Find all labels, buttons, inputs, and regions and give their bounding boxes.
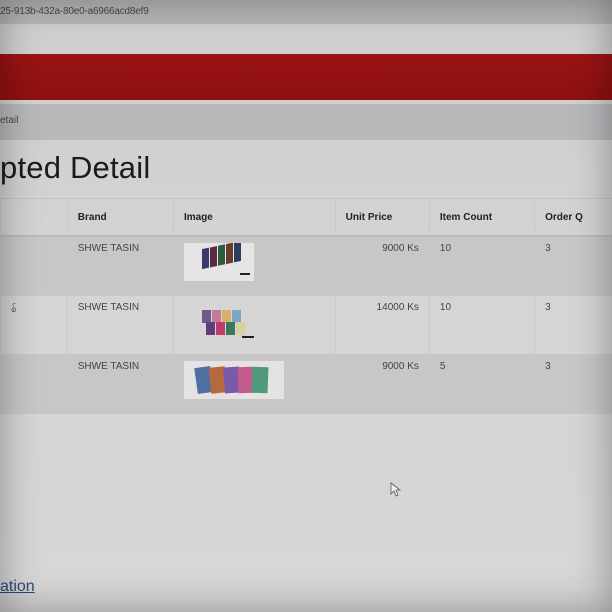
table-row: SHWE TASIN 9000 Ks 5 3 xyxy=(0,354,612,414)
product-image-textiles xyxy=(183,243,254,281)
breadcrumb-current[interactable]: etail xyxy=(0,115,18,126)
cell-first xyxy=(0,236,68,296)
column-header-first xyxy=(0,198,68,237)
address-bar[interactable]: 25-913b-432a-80e0-a6966acd8ef9 xyxy=(0,0,612,24)
table-row: SHWE TASIN 9000 Ks 10 3 xyxy=(0,236,612,296)
mouse-pointer-icon xyxy=(390,482,402,497)
cell-first: စ် xyxy=(0,295,68,355)
cell-brand: SHWE TASIN xyxy=(66,295,174,355)
cell-first xyxy=(0,354,68,414)
browser-screen: 25-913b-432a-80e0-a6966acd8ef9 etail pte… xyxy=(0,0,612,612)
cell-unit-price: 14000 Ks xyxy=(334,295,430,355)
address-url-text: 25-913b-432a-80e0-a6966acd8ef9 xyxy=(0,6,149,17)
site-header-bar xyxy=(0,54,612,100)
column-header-item-count: Item Count xyxy=(428,198,535,237)
cell-image xyxy=(172,236,336,296)
cell-image xyxy=(172,295,336,355)
product-image-textiles xyxy=(183,361,284,399)
cell-order-qty: 3 xyxy=(534,236,612,296)
footer-link[interactable]: ation xyxy=(0,578,35,596)
cell-order-qty: 3 xyxy=(534,354,612,414)
order-detail-table: Brand Image Unit Price Item Count Order … xyxy=(0,198,612,414)
column-header-brand: Brand xyxy=(66,198,174,237)
cell-brand: SHWE TASIN xyxy=(66,354,174,414)
column-header-unit-price: Unit Price xyxy=(334,198,430,237)
cell-image xyxy=(172,354,336,414)
breadcrumb: etail xyxy=(0,104,612,140)
column-header-order-qty: Order Q xyxy=(534,198,612,237)
cell-unit-price: 9000 Ks xyxy=(334,354,430,414)
product-image-textiles xyxy=(201,310,254,338)
table-row: စ် SHWE TASIN 14000 Ks 10 3 xyxy=(0,295,612,355)
cell-unit-price: 9000 Ks xyxy=(334,236,430,296)
column-header-image: Image xyxy=(172,198,336,237)
cell-item-count: 10 xyxy=(428,295,535,355)
cell-item-count: 5 xyxy=(428,354,535,414)
toolbar-gap xyxy=(0,24,612,54)
cell-brand: SHWE TASIN xyxy=(66,236,174,296)
cell-order-qty: 3 xyxy=(534,295,612,355)
page-title: pted Detail xyxy=(0,150,151,185)
table-header-row: Brand Image Unit Price Item Count Order … xyxy=(0,198,612,237)
cell-item-count: 10 xyxy=(428,236,535,296)
